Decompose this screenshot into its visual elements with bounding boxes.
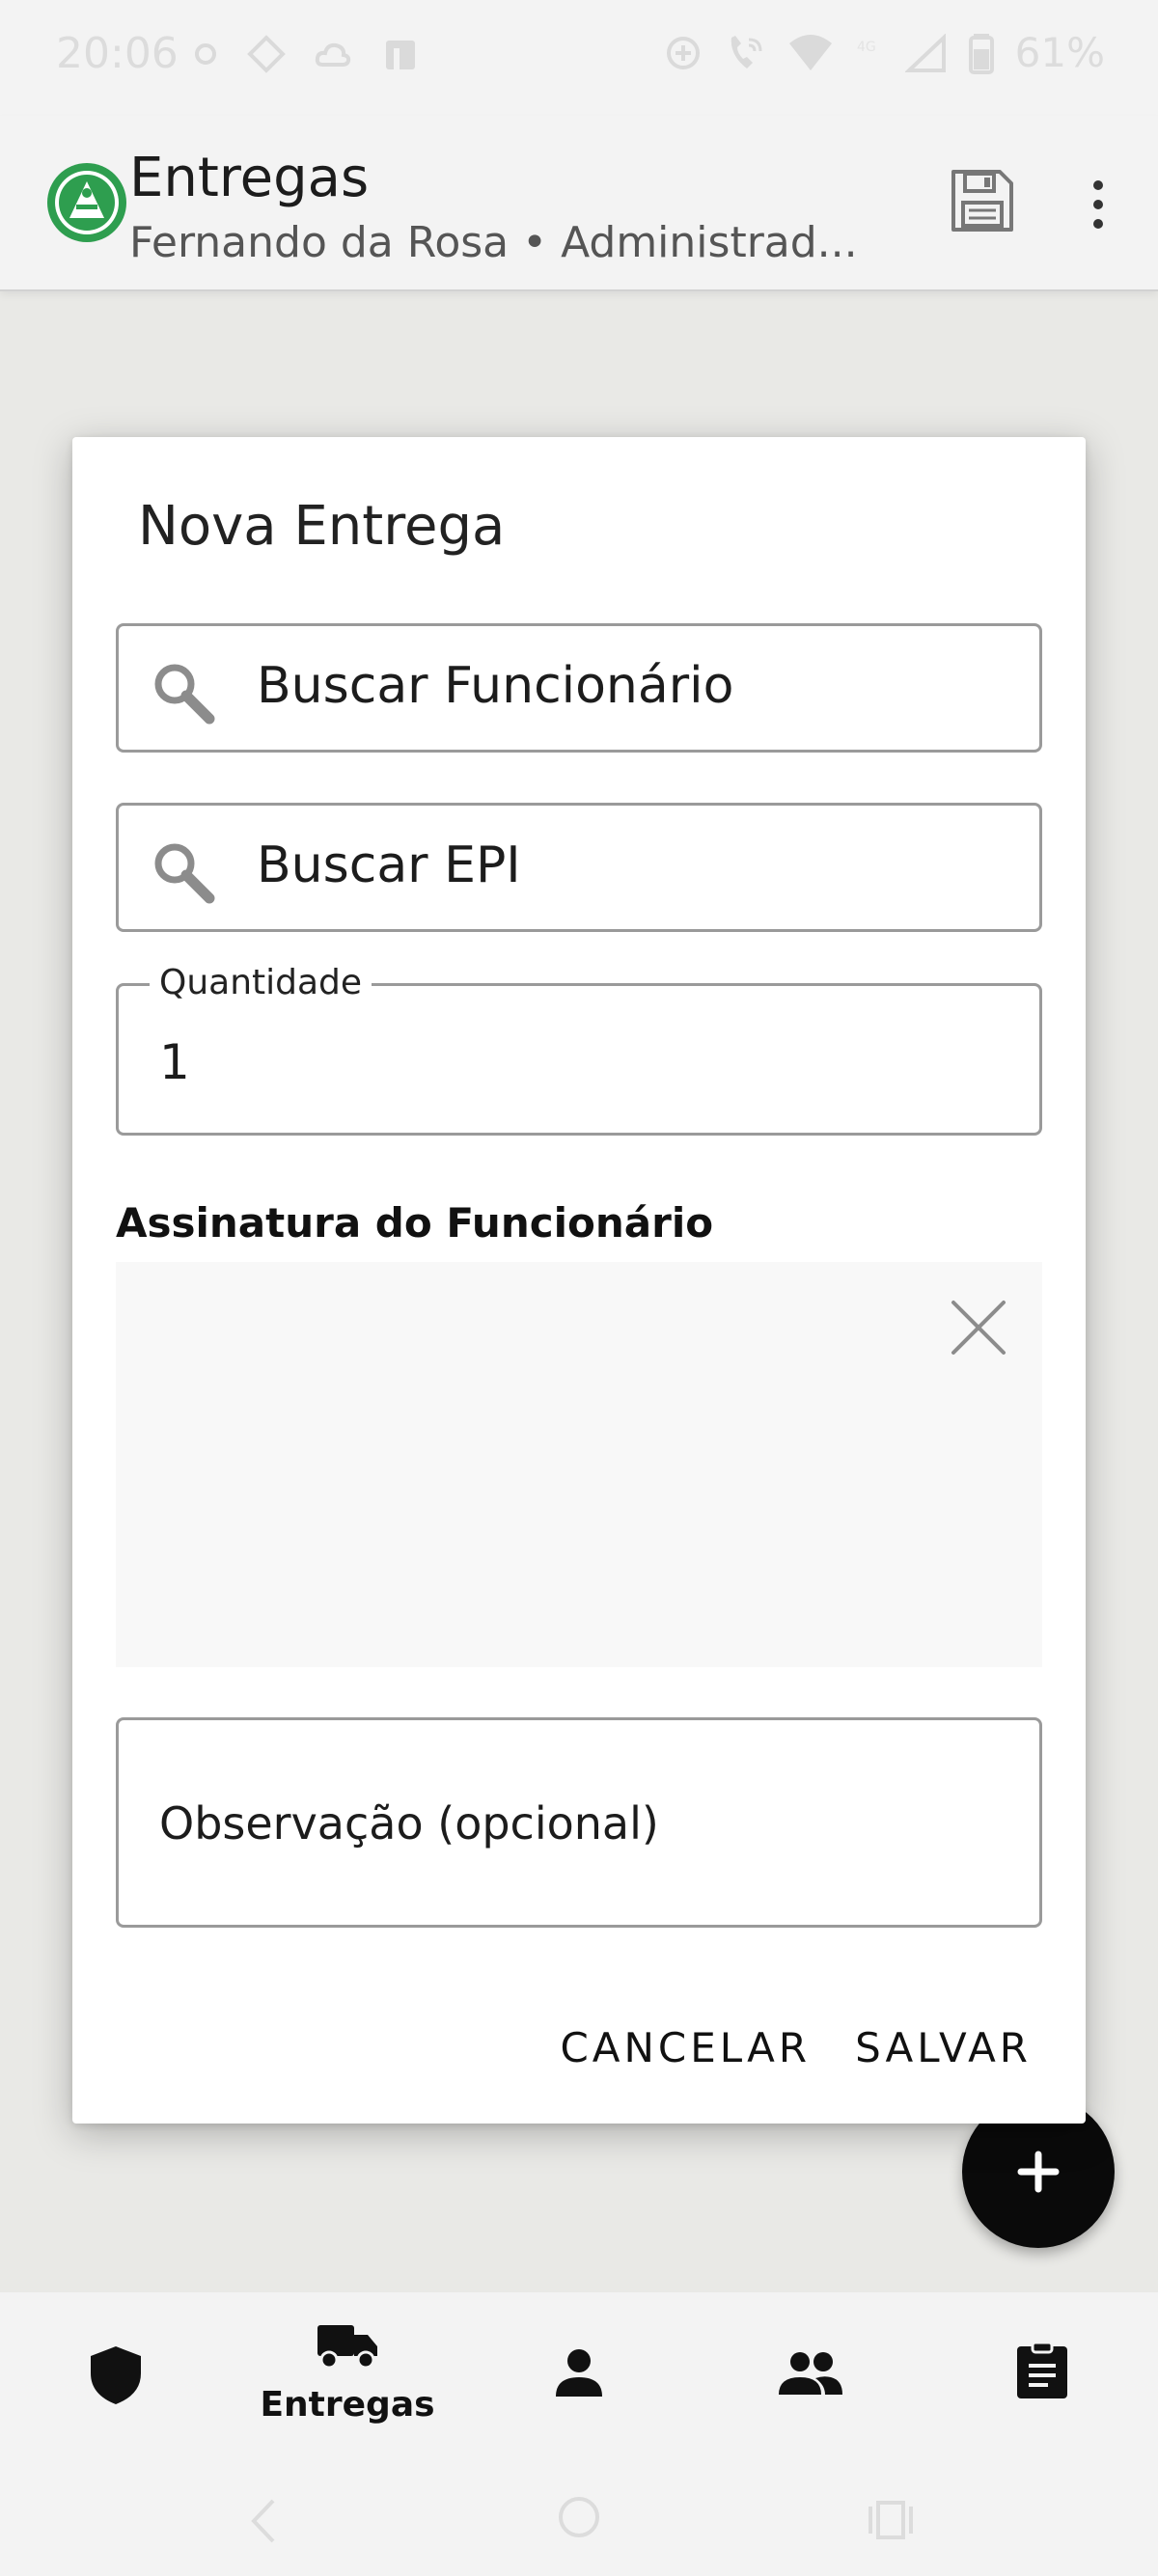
diamond-notification-icon [247, 35, 286, 73]
circle-notification-icon [195, 43, 216, 65]
epi-search-field[interactable]: Buscar EPI [116, 803, 1042, 932]
observation-placeholder: Observação (opcional) [159, 1797, 659, 1850]
battery-level: 61% [1014, 29, 1105, 76]
nav-item-safety[interactable] [0, 2292, 232, 2466]
status-bar: 20:06 4G 61% [0, 0, 1158, 116]
signal-4g-icon: 4G [857, 40, 876, 55]
app-logo [47, 163, 126, 242]
status-system-icons: 4G 61% [664, 29, 1105, 76]
epi-search-placeholder: Buscar EPI [257, 836, 521, 894]
employee-search-field[interactable]: Buscar Funcionário [116, 623, 1042, 753]
app-subtitle: Fernando da Rosa • Administrad... [129, 218, 858, 267]
quantity-field[interactable]: Quantidade 1 [116, 963, 1042, 1136]
more-vert-icon[interactable] [1079, 176, 1117, 233]
search-icon [154, 664, 215, 725]
save-button[interactable]: SALVAR [855, 2024, 1032, 2071]
search-icon [154, 843, 215, 904]
add-circle-icon [666, 36, 700, 69]
group-icon [779, 2352, 842, 2395]
app-title: Entregas [129, 147, 370, 209]
bottom-navigation: Entregas [0, 2292, 1158, 2466]
app-bar: Entregas Fernando da Rosa • Administrad.… [0, 116, 1158, 291]
screen: 20:06 4G 61% Entregas Fernando da Rosa •… [0, 0, 1158, 2576]
cloud-icon [315, 42, 351, 67]
svg-text:4G: 4G [857, 40, 876, 55]
employee-search-placeholder: Buscar Funcionário [257, 657, 734, 715]
person-icon [556, 2349, 602, 2397]
quantity-label: Quantidade [150, 963, 372, 1002]
quantity-value: 1 [159, 1034, 190, 1090]
system-navigation [0, 2466, 1158, 2576]
nav-item-employees[interactable] [695, 2292, 926, 2466]
nav-item-entregas[interactable]: Entregas [232, 2292, 463, 2466]
save-icon[interactable] [948, 166, 1017, 235]
card-notification-icon [386, 41, 415, 69]
truck-icon [317, 2325, 377, 2370]
plus-icon [1017, 2151, 1060, 2193]
nav-label-entregas: Entregas [260, 2385, 435, 2425]
new-delivery-dialog: Nova Entrega Buscar Funcionário Buscar E… [72, 437, 1086, 2124]
home-icon[interactable] [557, 2495, 601, 2539]
clear-signature-icon[interactable] [948, 1297, 1009, 1358]
clipboard-icon [1017, 2341, 1067, 2398]
dialog-title: Nova Entrega [138, 495, 506, 558]
wifi-icon [788, 34, 832, 70]
status-notification-icons [193, 35, 423, 73]
signature-pad[interactable] [116, 1262, 1042, 1667]
observation-field[interactable]: Observação (opcional) [116, 1717, 1042, 1928]
cancel-button[interactable]: CANCELAR [560, 2024, 811, 2071]
signal-icon [904, 33, 946, 72]
shield-icon [91, 2346, 141, 2404]
wifi-call-icon [731, 35, 762, 69]
nav-item-reports[interactable] [926, 2292, 1158, 2466]
back-icon[interactable] [246, 2497, 279, 2545]
status-time: 20:06 [56, 29, 179, 78]
dialog-actions: CANCELAR SALVAR [560, 2024, 1032, 2071]
recent-apps-icon[interactable] [867, 2499, 915, 2541]
signature-label: Assinatura do Funcionário [116, 1199, 714, 1247]
nav-item-profile[interactable] [463, 2292, 695, 2466]
battery-icon [968, 33, 994, 74]
